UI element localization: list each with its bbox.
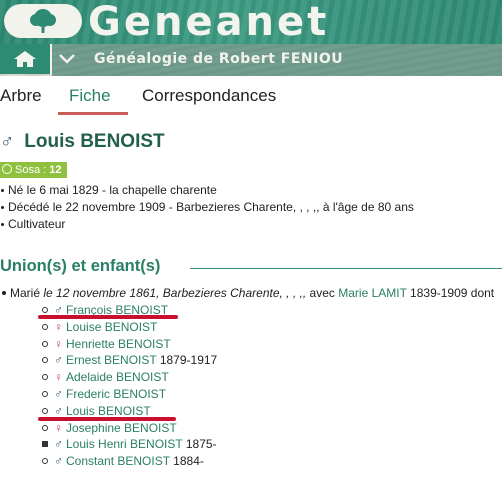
list-item: ♂ Louis Henri BENOIST 1875- — [42, 436, 217, 453]
marriage-prefix: Marié — [10, 286, 41, 300]
list-marker — [42, 323, 48, 330]
list-marker — [42, 340, 48, 347]
male-sex-icon: ♂ — [0, 131, 15, 152]
spouse-dates: 1839-1909 dont — [410, 286, 495, 300]
spouse-link[interactable]: Marie LAMIT — [338, 286, 406, 300]
marriage-date-place: le 12 novembre 1861, Barbezieres Charent… — [43, 286, 307, 300]
child-link[interactable]: Adelaide BENOIST — [66, 370, 169, 384]
list-marker — [42, 374, 48, 381]
female-sex-icon: ♀ — [54, 420, 63, 435]
male-sex-icon: ♂ — [54, 386, 63, 401]
list-marker — [42, 458, 48, 465]
list-item: ♂ Ernest BENOIST 1879-1917 — [42, 352, 217, 369]
sosa-icon — [2, 164, 12, 174]
child-dates: 1879-1917 — [159, 353, 218, 368]
list-marker — [42, 357, 48, 364]
sosa-label: Sosa : — [15, 164, 50, 176]
list-marker — [42, 441, 48, 448]
child-link[interactable]: Josephine BENOIST — [66, 421, 177, 435]
child-link[interactable]: Louis Henri BENOIST — [66, 437, 183, 451]
person-name: Louis BENOIST — [24, 131, 165, 152]
occupation-fact: Cultivateur — [1, 216, 414, 233]
tab-bar: Arbre Fiche Correspondances — [0, 84, 502, 116]
death-fact: Décédé le 22 novembre 1909 - Barbezieres… — [1, 200, 414, 214]
child-link[interactable]: Frederic BENOIST — [66, 387, 166, 401]
list-marker — [42, 424, 48, 431]
tree-title[interactable]: Généalogie de Robert FENIOU — [94, 51, 343, 67]
list-item: ♂ Frederic BENOIST — [42, 386, 217, 403]
list-marker — [42, 390, 48, 397]
site-logo-text[interactable]: Geneanet — [88, 0, 329, 44]
female-sex-icon: ♀ — [54, 336, 63, 351]
female-sex-icon: ♀ — [54, 319, 63, 334]
list-marker — [42, 307, 48, 313]
child-link[interactable]: Henriette BENOIST — [66, 337, 171, 351]
person-heading: ♂ Louis BENOIST — [0, 131, 165, 153]
list-marker — [42, 407, 48, 414]
navigation-bar: Généalogie de Robert FENIOU — [0, 44, 502, 76]
red-annotation-underline — [38, 417, 176, 421]
bullet — [2, 291, 6, 295]
male-sex-icon: ♂ — [54, 403, 63, 418]
child-link[interactable]: Louis BENOIST — [66, 404, 151, 418]
site-banner: Geneanet — [0, 0, 502, 44]
tab-fiche[interactable]: Fiche — [69, 84, 111, 108]
list-item: ♀ Josephine BENOIST — [42, 420, 217, 437]
list-item: ♀ Adelaide BENOIST — [42, 369, 217, 386]
marriage-line: Marié le 12 novembre 1861, Barbezieres C… — [0, 286, 494, 300]
male-sex-icon: ♂ — [54, 353, 63, 368]
tree-logo-icon[interactable] — [4, 4, 82, 38]
home-icon — [14, 51, 36, 67]
child-link[interactable]: Ernest BENOIST — [66, 353, 156, 367]
birth-fact: Né le 6 mai 1829 - la chapelle charente — [1, 182, 414, 199]
active-tab-indicator — [58, 112, 128, 115]
chevron-down-icon[interactable] — [58, 44, 78, 74]
male-sex-icon: ♂ — [54, 437, 63, 452]
person-facts: Né le 6 mai 1829 - la chapelle charente … — [0, 182, 414, 233]
unions-heading: Union(s) et enfant(s) — [0, 257, 161, 275]
male-sex-icon: ♂ — [54, 454, 63, 469]
sosa-badge: Sosa : 12 — [0, 162, 67, 178]
sosa-number: 12 — [49, 164, 62, 176]
child-link[interactable]: Louise BENOIST — [66, 320, 157, 334]
list-item: ♀ Henriette BENOIST — [42, 336, 217, 353]
list-item: ♀ Louise BENOIST — [42, 319, 217, 336]
tab-arbre[interactable]: Arbre — [0, 84, 42, 108]
marriage-with: avec — [309, 286, 335, 300]
list-item: ♂ Constant BENOIST 1884- — [42, 453, 217, 470]
section-divider — [190, 268, 502, 269]
red-annotation-underline — [38, 315, 178, 319]
child-link[interactable]: Constant BENOIST — [66, 454, 170, 468]
tab-correspondances[interactable]: Correspondances — [142, 84, 276, 108]
child-dates: 1875- — [185, 437, 217, 452]
child-dates: 1884- — [173, 454, 204, 469]
children-list: ♂ François BENOIST ♀ Louise BENOIST ♀ Henri… — [42, 302, 217, 470]
home-button[interactable] — [0, 44, 52, 74]
female-sex-icon: ♀ — [54, 370, 63, 385]
